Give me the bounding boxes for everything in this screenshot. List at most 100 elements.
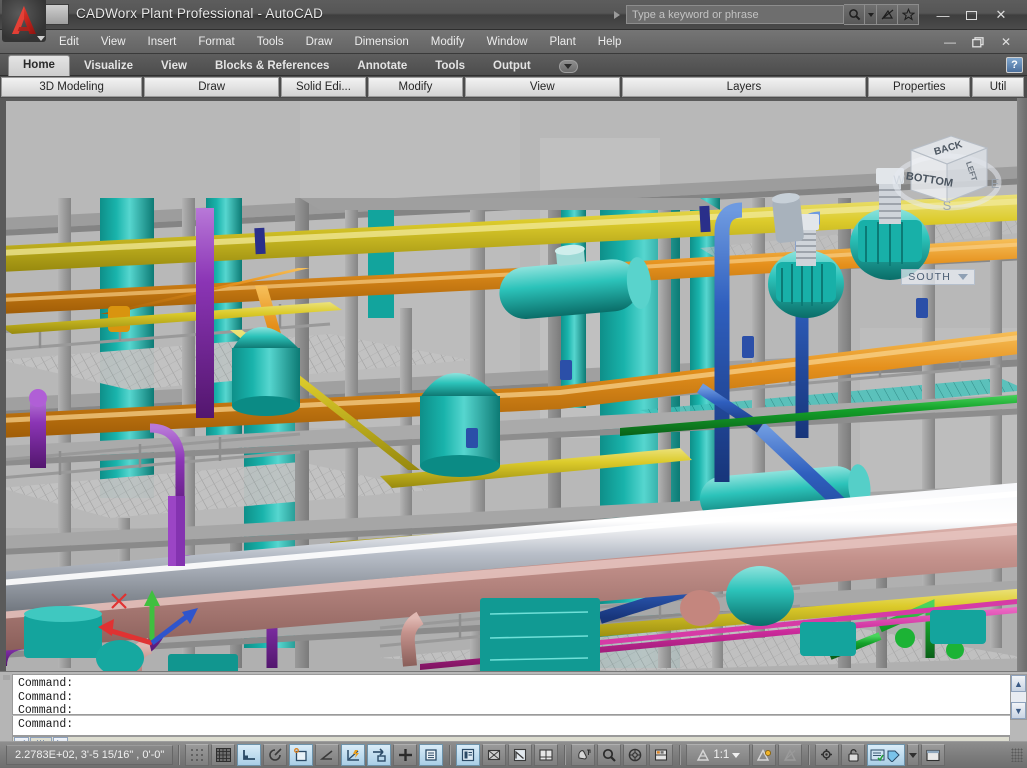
- ribbon-panel-modify[interactable]: Modify: [368, 77, 463, 97]
- quick-access-toolbar[interactable]: [45, 4, 69, 25]
- workspace-panel-button[interactable]: [534, 744, 558, 766]
- window-minimize-button[interactable]: —: [931, 6, 955, 24]
- annotation-scale-icon: [696, 749, 710, 762]
- status-bar-menu-chevron-down-icon[interactable]: [907, 744, 919, 766]
- command-window-grip[interactable]: [0, 672, 12, 741]
- search-dropdown-button[interactable]: [865, 4, 877, 25]
- menu-item-modify[interactable]: Modify: [420, 30, 476, 54]
- window-close-button[interactable]: ✕: [989, 6, 1013, 24]
- view-preset-chevron-down-icon: [958, 274, 968, 280]
- command-history-line: Command:: [18, 677, 1010, 691]
- dynamic-input-toggle[interactable]: [367, 744, 391, 766]
- command-prompt-line[interactable]: Command:: [12, 716, 1010, 736]
- ribbon-panel-layers[interactable]: Layers: [622, 77, 867, 97]
- search-input[interactable]: [626, 5, 844, 24]
- annotation-scale-chevron-down-icon: [732, 753, 740, 758]
- ribbon-tab-view[interactable]: View: [147, 56, 201, 76]
- status-bar: 2.2783E+02, 3'-5 15/16" , 0'-0": [0, 741, 1027, 768]
- view-preset-dropdown[interactable]: SOUTH: [901, 269, 975, 285]
- ribbon-tab-home[interactable]: Home: [8, 55, 70, 76]
- favorites-star-button[interactable]: [898, 4, 919, 25]
- model-space-toggle[interactable]: [456, 744, 480, 766]
- workspace-switching-gear-button[interactable]: [815, 744, 839, 766]
- grid-display-toggle[interactable]: [211, 744, 235, 766]
- right-tools: [814, 744, 946, 766]
- menu-item-help[interactable]: Help: [587, 30, 633, 54]
- pan-button[interactable]: [571, 744, 595, 766]
- ortho-mode-toggle[interactable]: [237, 744, 261, 766]
- toolbar-lock-padlock-button[interactable]: [841, 744, 865, 766]
- ribbon-tab-visualize[interactable]: Visualize: [70, 56, 147, 76]
- command-history-line: Command:: [18, 704, 1010, 715]
- window-maximize-button[interactable]: [959, 6, 983, 24]
- ribbon-help-button[interactable]: ?: [1006, 57, 1023, 73]
- showmotion-button[interactable]: [649, 744, 673, 766]
- drafting-toggles: [184, 744, 444, 766]
- document-restore-button[interactable]: [967, 34, 989, 50]
- object-snap-toggle[interactable]: [289, 744, 313, 766]
- status-bar-menu-button[interactable]: [867, 744, 905, 766]
- drawing-canvas[interactable]: N S E W BACK BOTTOM LEFT SOUTH: [0, 98, 1027, 671]
- menu-item-dimension[interactable]: Dimension: [343, 30, 419, 54]
- scroll-up-chevron-up-icon[interactable]: ▲: [1011, 675, 1026, 692]
- snap-mode-toggle[interactable]: [185, 744, 209, 766]
- communication-center-button[interactable]: [877, 4, 898, 25]
- clean-screen-button[interactable]: [921, 744, 945, 766]
- menu-item-window[interactable]: Window: [476, 30, 539, 54]
- ribbon-tab-annotate[interactable]: Annotate: [343, 56, 421, 76]
- menu-item-format[interactable]: Format: [187, 30, 245, 54]
- autocad-a-logo-icon: [7, 3, 41, 37]
- view-cube[interactable]: N S E W BACK BOTTOM LEFT: [889, 110, 1009, 230]
- dynamic-ucs-toggle[interactable]: [341, 744, 365, 766]
- ribbon-tab-tools[interactable]: Tools: [421, 56, 479, 76]
- menu-item-insert[interactable]: Insert: [137, 30, 188, 54]
- status-separator: [808, 745, 809, 765]
- svg-text:W: W: [893, 173, 905, 187]
- ribbon-panel-properties[interactable]: Properties: [868, 77, 970, 97]
- plant-3d-model-view[interactable]: [0, 98, 1027, 671]
- status-separator: [178, 745, 179, 765]
- document-minimize-button[interactable]: —: [939, 34, 961, 50]
- quick-properties-toggle[interactable]: [419, 744, 443, 766]
- lineweight-toggle[interactable]: [393, 744, 417, 766]
- command-history-line: Command:: [18, 691, 1010, 705]
- coordinate-display[interactable]: 2.2783E+02, 3'-5 15/16" , 0'-0": [6, 745, 173, 765]
- steering-wheel-button[interactable]: [623, 744, 647, 766]
- menu-item-tools[interactable]: Tools: [246, 30, 295, 54]
- object-snap-tracking-toggle[interactable]: [315, 744, 339, 766]
- ribbon-panel-3d-modeling[interactable]: 3D Modeling: [1, 77, 142, 97]
- title-bar: CADWorx Plant Professional - AutoCAD: [0, 0, 1027, 30]
- zoom-button[interactable]: [597, 744, 621, 766]
- ribbon-panel-view[interactable]: View: [465, 77, 619, 97]
- document-close-button[interactable]: ✕: [995, 34, 1017, 50]
- ribbon-overflow-chevron-down-icon[interactable]: [559, 60, 578, 73]
- ribbon-panel-utilities[interactable]: Util: [972, 77, 1024, 97]
- menu-item-view[interactable]: View: [90, 30, 137, 54]
- ribbon-tab-blocks-references[interactable]: Blocks & References: [201, 56, 343, 76]
- ribbon-panel-draw[interactable]: Draw: [144, 77, 279, 97]
- annotation-autoscale-button[interactable]: [778, 744, 802, 766]
- view-tools: [570, 744, 674, 766]
- search-button[interactable]: [844, 4, 865, 25]
- annotation-scale-value: 1:1: [713, 749, 729, 761]
- command-vertical-scrollbar[interactable]: ▲ ▼: [1010, 674, 1027, 720]
- application-menu-button[interactable]: [2, 0, 46, 42]
- search-expander-icon[interactable]: [614, 11, 620, 19]
- ribbon-tab-output[interactable]: Output: [479, 56, 545, 76]
- polar-tracking-toggle[interactable]: [263, 744, 287, 766]
- status-separator: [679, 745, 680, 765]
- resize-grip-icon[interactable]: [1011, 748, 1023, 762]
- quick-view-drawings-button[interactable]: [508, 744, 532, 766]
- scroll-down-chevron-down-icon[interactable]: ▼: [1011, 702, 1026, 719]
- annotation-scale[interactable]: 1:1: [691, 749, 745, 762]
- menu-item-edit[interactable]: Edit: [48, 30, 90, 54]
- menu-item-draw[interactable]: Draw: [295, 30, 344, 54]
- quick-view-layouts-button[interactable]: [482, 744, 506, 766]
- application-menu-caret-icon: [37, 36, 45, 41]
- ribbon-panel-solid-editing[interactable]: Solid Edi...: [281, 77, 366, 97]
- annotation-visibility-button[interactable]: [752, 744, 776, 766]
- view-preset-label: SOUTH: [908, 271, 951, 283]
- ribbon-tabs: Home Visualize View Blocks & References …: [0, 54, 1027, 76]
- annotation-scale-button[interactable]: 1:1: [686, 744, 750, 766]
- menu-item-plant[interactable]: Plant: [539, 30, 587, 54]
